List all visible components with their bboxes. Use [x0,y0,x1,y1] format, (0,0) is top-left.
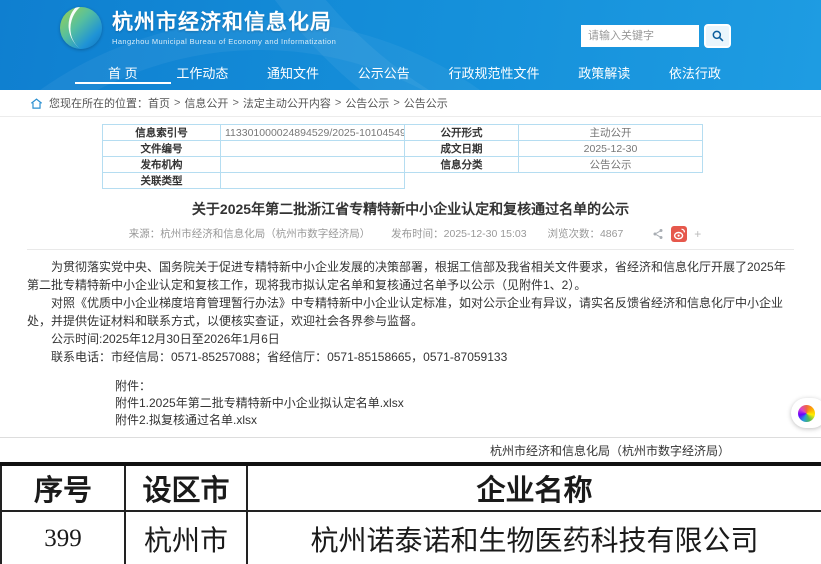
site-subtitle: Hangzhou Municipal Bureau of Economy and… [112,36,337,46]
info-label: 发布机构 [102,156,221,173]
article-paragraph-contact: 联系电话：市经信局：0571-85257088；省经信厅：0571-851586… [51,350,508,365]
info-value [220,156,405,173]
breadcrumb-separator: > [232,97,239,109]
column-header-city: 设区市 [125,464,248,511]
breadcrumb-notices-current[interactable]: 公告公示 [404,95,448,111]
info-row: 文件编号 成文日期 2025-12-30 [102,140,703,157]
breadcrumb: 您现在所在的位置： 首页 > 信息公开 > 法定主动公开内容 > 公告公示 > … [0,90,821,117]
share-icon[interactable] [652,228,664,240]
page-title: 关于2025年第二批浙江省专精特新中小企业认定和复核通过名单的公示 [191,201,630,217]
cell-no: 399 [0,511,126,564]
site-brand[interactable]: 杭州市经济和信息化局 Hangzhou Municipal Bureau of … [60,7,336,49]
article-paragraph-public-period: 公示时间:2025年12月30日至2026年1月6日 [51,332,280,347]
site-header: 杭州市经济和信息化局 Hangzhou Municipal Bureau of … [0,0,821,90]
info-label: 信息索引号 [102,124,221,141]
more-share-icon[interactable]: + [694,227,701,241]
search-icon [712,30,723,42]
breadcrumb-notices[interactable]: 公告公示 [345,95,389,111]
attachment-link-1[interactable]: 附件1.2025年第二批专精特新中小企业拟认定名单.xlsx [115,395,794,412]
table-header-row: 序号 设区市 企业名称 [0,464,821,511]
article-paragraph: 为贯彻落实党中央、国务院关于促进专精特新中小企业发展的决策部署，根据工信部及我省… [27,260,786,293]
info-label: 关联类型 [102,172,221,189]
cell-company: 杭州诺泰诺和生物医药科技有限公司 [310,525,759,557]
article-paragraph: 对照《优质中小企业梯度培育管理暂行办法》中专精特新中小企业认定标准，如对公示企业… [27,296,784,329]
attachment-link-2[interactable]: 附件2.拟复核通过名单.xlsx [115,412,794,429]
info-label: 文件编号 [102,140,221,157]
document-info-table: 信息索引号 113301000024894529/2025-1010454942… [102,124,703,189]
breadcrumb-separator: > [393,97,400,109]
site-title: 杭州市经济和信息化局 [112,10,332,34]
breadcrumb-prefix: 您现在所在的位置： [49,98,148,110]
article-view-count: 浏览次数：4867 [547,228,624,240]
nav-item-policy-interpretation[interactable]: 政策解读 [578,55,630,90]
column-header-no: 序号 [0,464,126,511]
column-header-company: 企业名称 [476,475,593,507]
floating-assistant-button[interactable] [791,398,821,428]
table-row: 399 杭州市 杭州诺泰诺和生物医药科技有限公司 [0,511,821,564]
article-body: 为贯彻落实党中央、国务院关于促进专精特新中小企业发展的决策部署，根据工信部及我省… [27,258,794,366]
breadcrumb-info-disclosure[interactable]: 信息公开 [184,95,228,111]
nav-item-notices[interactable]: 通知文件 [267,55,319,90]
info-label: 公开形式 [404,124,519,141]
info-empty-cell [405,173,703,189]
breadcrumb-statutory-content[interactable]: 法定主动公开内容 [243,95,331,111]
meta-divider [27,249,794,251]
info-value: 主动公开 [518,124,703,141]
attachments-heading: 附件： [115,379,152,394]
page: 杭州市经济和信息化局 Hangzhou Municipal Bureau of … [0,0,821,564]
main-nav: 首 页 工作动态 通知文件 公示公告 行政规范性文件 政策解读 依法行政 [0,55,821,90]
info-value: 公告公示 [518,156,703,173]
breadcrumb-home[interactable]: 首页 [148,95,170,111]
nav-item-work-news[interactable]: 工作动态 [176,55,228,90]
article-publish-time: 发布时间：2025-12-30 15:03 [391,228,527,240]
search-button[interactable] [704,24,731,48]
nav-item-home[interactable]: 首 页 [108,55,138,90]
info-value [220,140,405,157]
issuing-authority: 杭州市经济和信息化局（杭州市数字经济局） [489,444,730,459]
attachments-section: 附件： 附件1.2025年第二批专精特新中小企业拟认定名单.xlsx 附件2.拟… [115,378,794,429]
article-meta: 来源：杭州市经济和信息化局（杭州市数字经济局） 发布时间：2025-12-30 … [27,226,794,243]
share-group: + [645,226,701,243]
info-row: 发布机构 信息分类 公告公示 [102,156,703,173]
article-source: 来源：杭州市经济和信息化局（杭州市数字经济局） [128,228,371,240]
breadcrumb-separator: > [334,97,342,109]
info-value [220,172,405,189]
home-icon [30,97,43,110]
weibo-share-icon[interactable] [671,226,688,243]
info-value: 113301000024894529/2025-1010454942 [220,124,405,141]
nav-item-regulatory-docs[interactable]: 行政规范性文件 [448,55,539,90]
site-logo-icon [60,7,102,49]
nav-item-law-admin[interactable]: 依法行政 [669,55,721,90]
info-row: 信息索引号 113301000024894529/2025-1010454942… [102,124,703,141]
assistant-icon [798,404,815,422]
breadcrumb-separator: > [174,97,181,109]
nav-item-announcements[interactable]: 公示公告 [358,55,410,90]
info-label: 信息分类 [404,156,519,173]
company-list-table: 序号 设区市 企业名称 399 杭州市 杭州诺泰诺和生物医药科技有限公司 [0,462,821,564]
info-label: 成文日期 [404,140,519,157]
info-row: 关联类型 [102,172,703,189]
brand-text: 杭州市经济和信息化局 Hangzhou Municipal Bureau of … [112,11,336,46]
info-value: 2025-12-30 [518,140,703,157]
attachment-table-preview: 序号 设区市 企业名称 399 杭州市 杭州诺泰诺和生物医药科技有限公司 [0,462,821,564]
cell-city: 杭州市 [125,511,248,564]
search-input[interactable] [581,25,699,47]
search-box [581,24,731,48]
header-top: 杭州市经济和信息化局 Hangzhou Municipal Bureau of … [0,0,821,55]
document-area: 信息索引号 113301000024894529/2025-1010454942… [0,117,821,478]
